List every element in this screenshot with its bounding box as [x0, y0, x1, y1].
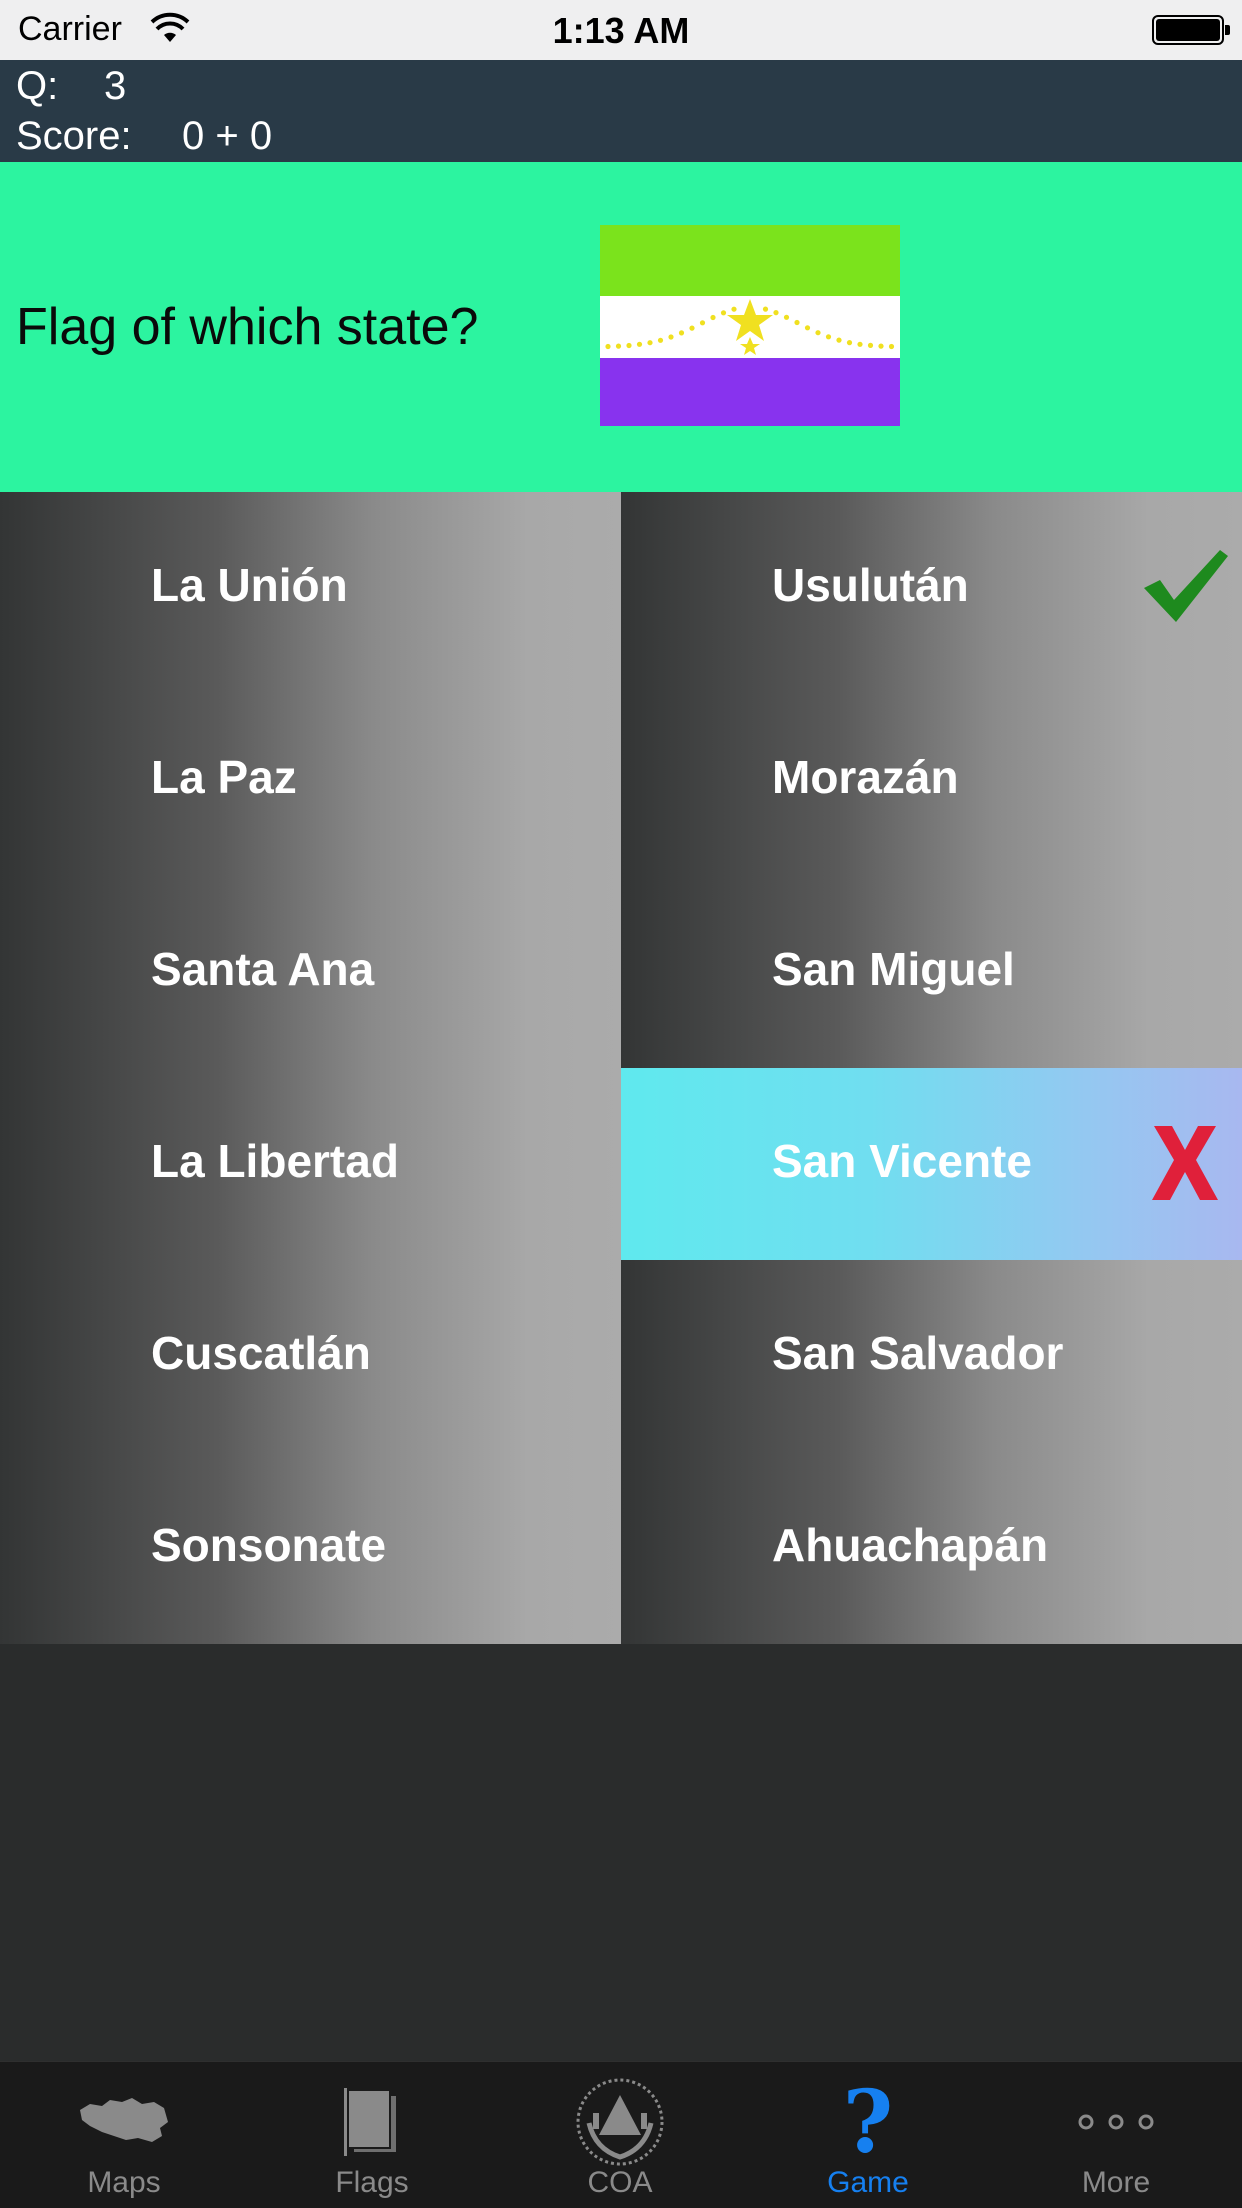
battery-icon: [1152, 15, 1230, 45]
tab-game[interactable]: ? Game: [744, 2062, 992, 2208]
tab-label-flags: Flags: [335, 2166, 409, 2199]
map-icon: [80, 2098, 168, 2142]
answer-label: Santa Ana: [151, 943, 375, 995]
answer-label: San Vicente: [772, 1135, 1032, 1187]
answer-button[interactable]: San Salvador: [621, 1260, 1242, 1452]
question-number-label: Q:: [16, 64, 59, 108]
coat-of-arms-icon: [576, 2078, 664, 2166]
answer-button[interactable]: Sonsonate: [0, 1452, 621, 1644]
tab-coa[interactable]: COA: [496, 2062, 744, 2208]
answer-label: La Unión: [151, 559, 348, 611]
score: Score: 0 + 0: [16, 114, 272, 159]
tab-label-game: Game: [827, 2166, 909, 2199]
tab-label-more: More: [1081, 2166, 1151, 2199]
info-bar: Q: 3 Score: 0 + 0: [0, 60, 1242, 162]
tab-bar: Maps Flags COA ? Game More: [0, 2061, 1242, 2208]
answer-button[interactable]: Cuscatlán: [0, 1260, 621, 1452]
answer-button[interactable]: San Vicente: [621, 1068, 1242, 1260]
clock: 1:13 AM: [552, 10, 690, 51]
question-panel: Flag of which state?: [0, 162, 1242, 492]
answer-label: Sonsonate: [151, 1519, 387, 1571]
answer-label: La Paz: [151, 751, 297, 803]
answer-button[interactable]: La Paz: [0, 684, 621, 876]
answer-label: Usulután: [772, 559, 969, 611]
question-text: Flag of which state?: [16, 298, 479, 356]
correct-checkmark-icon: [1144, 550, 1228, 622]
score-value: 0 + 0: [182, 114, 273, 158]
more-dots-icon: [1078, 2114, 1154, 2130]
answer-button[interactable]: Santa Ana: [0, 876, 621, 1068]
tab-more[interactable]: More: [992, 2062, 1240, 2208]
question-number: Q: 3: [16, 64, 126, 109]
answer-button[interactable]: Ahuachapán: [621, 1452, 1242, 1644]
wrong-x-icon: [1152, 1126, 1218, 1200]
answer-label: Ahuachapán: [772, 1519, 1049, 1571]
tab-label-coa: COA: [587, 2166, 653, 2199]
question-number-value: 3: [104, 64, 127, 108]
status-bar: Carrier 1:13 AM: [0, 0, 1242, 60]
answer-label: San Salvador: [772, 1327, 1064, 1379]
answer-button[interactable]: Morazán: [621, 684, 1242, 876]
answer-button[interactable]: Usulután: [621, 492, 1242, 684]
tab-label-maps: Maps: [87, 2166, 161, 2199]
answer-label: Morazán: [772, 751, 959, 803]
score-label: Score:: [16, 114, 132, 158]
answer-button[interactable]: La Unión: [0, 492, 621, 684]
answer-button[interactable]: San Miguel: [621, 876, 1242, 1068]
question-mark-icon: ?: [843, 2082, 893, 2162]
tab-maps[interactable]: Maps: [0, 2062, 248, 2208]
answer-button[interactable]: La Libertad: [0, 1068, 621, 1260]
usulutan-flag-image: [600, 225, 900, 426]
svg-text:?: ?: [843, 2082, 893, 2162]
flags-icon: [344, 2088, 396, 2156]
answer-grid: La Unión La Paz Santa Ana La Libertad Cuscat…: [0, 492, 1242, 1644]
tab-flags[interactable]: Flags: [248, 2062, 496, 2208]
answer-label: La Libertad: [151, 1135, 399, 1187]
answer-label: San Miguel: [772, 943, 1015, 995]
answer-label: Cuscatlán: [151, 1327, 371, 1379]
